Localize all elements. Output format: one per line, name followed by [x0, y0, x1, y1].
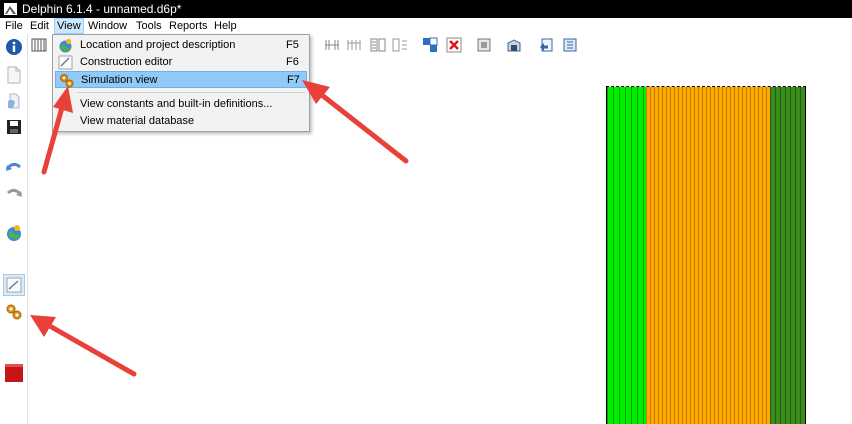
new-file-button[interactable] — [3, 64, 25, 86]
menu-item-view-material-database-label: View material database — [80, 115, 195, 127]
redo-icon — [7, 188, 23, 197]
stop-button[interactable] — [3, 362, 25, 384]
info-button[interactable] — [3, 36, 25, 58]
material-layer-1[interactable] — [607, 87, 646, 424]
import-icon — [540, 38, 553, 52]
menu-view[interactable]: View — [54, 18, 84, 34]
menu-item-simulation-view[interactable]: Simulation view F7 — [55, 71, 307, 88]
assign-button[interactable] — [421, 36, 439, 54]
construction-view[interactable] — [606, 86, 806, 424]
new-file-icon — [7, 66, 21, 84]
grid-refine-button[interactable] — [323, 36, 341, 54]
left-toolbar — [0, 34, 28, 424]
redo-button[interactable] — [3, 182, 25, 204]
menu-item-location-label: Location and project description — [80, 39, 236, 51]
menu-bar: File Edit View Window Tools Reports Help — [0, 18, 852, 34]
menu-file[interactable]: File — [3, 18, 25, 34]
delete-assignment-icon — [446, 37, 462, 53]
save-button[interactable] — [3, 116, 25, 138]
simulation-gears-icon — [6, 304, 22, 320]
globe-pin-icon — [59, 38, 72, 53]
merge-button[interactable] — [391, 36, 409, 54]
split-button[interactable] — [369, 36, 387, 54]
undo-icon — [5, 162, 21, 171]
open-file-icon — [8, 93, 20, 109]
material-layer-3[interactable] — [770, 87, 805, 424]
menu-item-simulation-view-shortcut: F7 — [287, 74, 300, 86]
save-icon — [7, 120, 21, 134]
delete-assignment-button[interactable] — [445, 36, 463, 54]
menu-item-view-constants-label: View constants and built-in definitions.… — [80, 98, 273, 110]
menu-item-location[interactable]: Location and project description F5 — [55, 37, 307, 54]
output-icon — [507, 39, 521, 52]
menu-item-construction-editor[interactable]: Construction editor F6 — [55, 54, 307, 71]
info-icon — [6, 39, 22, 55]
menu-separator — [77, 92, 305, 93]
export-icon — [563, 38, 577, 52]
location-button[interactable] — [3, 222, 25, 244]
grid-coarse-button[interactable] — [345, 36, 363, 54]
menu-help[interactable]: Help — [212, 18, 239, 34]
menu-reports[interactable]: Reports — [167, 18, 210, 34]
arrow-to-simulation-view — [302, 80, 409, 164]
simulation-button[interactable] — [3, 301, 25, 323]
undo-button[interactable] — [3, 156, 25, 178]
gears-icon — [60, 74, 74, 88]
grid-coarse-icon — [347, 40, 361, 50]
view-menu-dropdown: Location and project description F5 Cons… — [52, 34, 310, 132]
menu-item-view-material-database[interactable]: View material database — [55, 113, 307, 130]
menu-item-construction-editor-label: Construction editor — [80, 56, 173, 68]
delphin-app-icon — [4, 3, 17, 15]
menu-item-location-shortcut: F5 — [286, 39, 299, 51]
arrow-to-simulation-button — [30, 315, 137, 377]
open-file-button[interactable] — [3, 90, 25, 112]
grid-lines-icon — [31, 38, 47, 52]
menu-item-view-constants[interactable]: View constants and built-in definitions.… — [55, 96, 307, 113]
split-icon — [370, 38, 386, 52]
menu-edit[interactable]: Edit — [28, 18, 51, 34]
location-icon — [7, 225, 21, 241]
construction-editor-icon — [6, 277, 22, 293]
assign-icon — [423, 37, 438, 52]
stop-icon — [5, 364, 23, 382]
title-bar: Delphin 6.1.4 - unnamed.d6p* — [0, 0, 852, 18]
menu-tools[interactable]: Tools — [134, 18, 164, 34]
merge-icon — [392, 38, 407, 52]
menu-item-simulation-view-label: Simulation view — [81, 74, 158, 86]
construction-editor-icon — [58, 55, 73, 70]
material-layer-2[interactable] — [646, 87, 770, 424]
grid-lines-button[interactable] — [30, 36, 48, 54]
menu-window[interactable]: Window — [86, 18, 129, 34]
check-button[interactable] — [475, 36, 493, 54]
grid-refine-icon — [325, 40, 339, 50]
window-title: Delphin 6.1.4 - unnamed.d6p* — [22, 2, 182, 16]
check-icon — [477, 38, 491, 52]
output-button[interactable] — [505, 36, 523, 54]
menu-item-construction-editor-shortcut: F6 — [286, 56, 299, 68]
export-button[interactable] — [561, 36, 579, 54]
construction-editor-button[interactable] — [3, 274, 25, 296]
import-button[interactable] — [537, 36, 555, 54]
